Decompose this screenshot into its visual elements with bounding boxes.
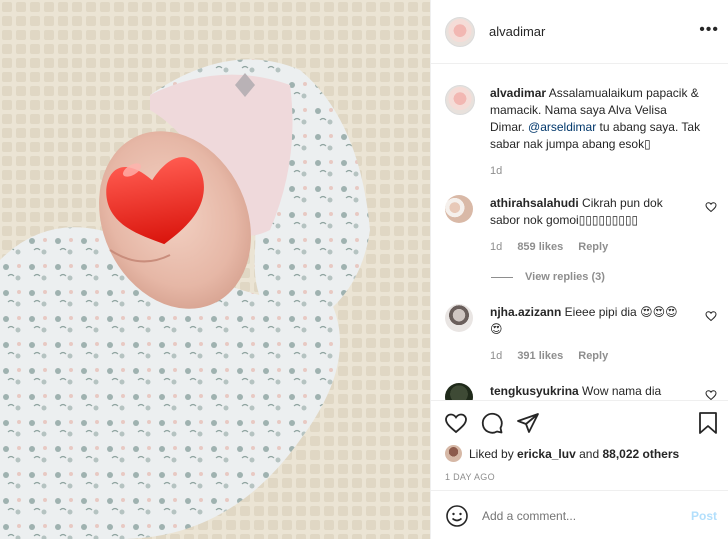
commenter-username[interactable]: njha.azizann (490, 305, 561, 319)
author-avatar[interactable] (445, 16, 475, 47)
comment-time: 1d (490, 241, 503, 253)
more-dots-icon[interactable]: ••• (699, 22, 719, 38)
add-comment-bar: Post (431, 490, 728, 539)
reply-button[interactable]: Reply (578, 241, 608, 253)
mention-link[interactable]: @arseldimar (528, 120, 596, 134)
commenter-username[interactable]: tengkusyukrina (490, 384, 579, 398)
comment-likes[interactable]: 859 likes (517, 241, 563, 253)
caption: alvadimar Assalamualaikum papacik & mama… (445, 85, 715, 180)
caption-text: alvadimar Assalamualaikum papacik & mama… (490, 85, 702, 180)
comments-section: alvadimar Assalamualaikum papacik & mama… (431, 65, 728, 400)
add-comment-input[interactable] (482, 508, 682, 523)
caption-time: 1d (490, 165, 503, 177)
caption-meta: 1d (490, 163, 702, 180)
post-comment-button[interactable]: Post (691, 509, 717, 523)
comment: athirahsalahudi Cikrah pun dok sabor nok… (445, 195, 721, 256)
caption-username[interactable]: alvadimar (490, 86, 546, 100)
liker-username[interactable]: ericka_luv (517, 447, 576, 461)
post-header: alvadimar ••• (431, 0, 728, 64)
likes-summary: Liked by ericka_luv and 88,022 others (445, 445, 679, 462)
bookmark-icon[interactable] (697, 411, 719, 435)
like-comment-heart-icon[interactable] (705, 389, 717, 400)
like-heart-icon[interactable] (444, 411, 468, 435)
likes-prefix: Liked by (469, 446, 514, 461)
author-username[interactable]: alvadimar (489, 24, 545, 39)
comment-body: athirahsalahudi Cikrah pun dok sabor nok… (490, 195, 690, 256)
comment-meta: 1d 859 likes Reply (490, 239, 690, 256)
post-actions: Liked by ericka_luv and 88,022 others 1 … (431, 400, 728, 539)
baby-photo-illustration (0, 0, 430, 539)
commenter-avatar[interactable] (445, 304, 473, 332)
comment-time: 1d (490, 350, 503, 362)
reply-button[interactable]: Reply (578, 350, 608, 362)
comment-meta: 1d 391 likes Reply (490, 348, 690, 365)
like-comment-heart-icon[interactable] (705, 310, 717, 322)
comment-text: Wow nama dia (578, 384, 662, 398)
like-comment-heart-icon[interactable] (705, 201, 717, 213)
instagram-post: alvadimar ••• alvadimar Assalamualaikum … (0, 0, 728, 539)
comment-bubble-icon[interactable] (480, 411, 504, 435)
post-date[interactable]: 1 DAY AGO (445, 472, 495, 482)
comment: njha.azizann Eieee pipi dia 😍😍😍😍 1d 391 … (445, 304, 721, 365)
emoji-smiley-icon[interactable] (445, 504, 469, 528)
commenter-avatar[interactable] (445, 195, 473, 223)
comment-body: njha.azizann Eieee pipi dia 😍😍😍😍 1d 391 … (490, 304, 690, 365)
commenter-username[interactable]: athirahsalahudi (490, 196, 579, 210)
action-icons (444, 411, 540, 435)
view-replies-button[interactable]: View replies (3) (491, 271, 605, 283)
likes-count[interactable]: 88,022 others (602, 447, 679, 461)
replies-line (491, 276, 513, 278)
comment: tengkusyukrina Wow nama dia (445, 383, 721, 400)
share-send-icon[interactable] (516, 411, 540, 435)
view-replies-label: View replies (3) (525, 271, 605, 283)
likes-middle: and (579, 446, 600, 461)
commenter-avatar[interactable] (445, 383, 473, 400)
liker-avatar[interactable] (445, 445, 462, 462)
post-side-panel: alvadimar ••• alvadimar Assalamualaikum … (430, 0, 728, 539)
comment-body: tengkusyukrina Wow nama dia (490, 383, 690, 400)
comment-likes[interactable]: 391 likes (517, 350, 563, 362)
post-photo[interactable] (0, 0, 430, 539)
caption-avatar[interactable] (445, 85, 475, 115)
